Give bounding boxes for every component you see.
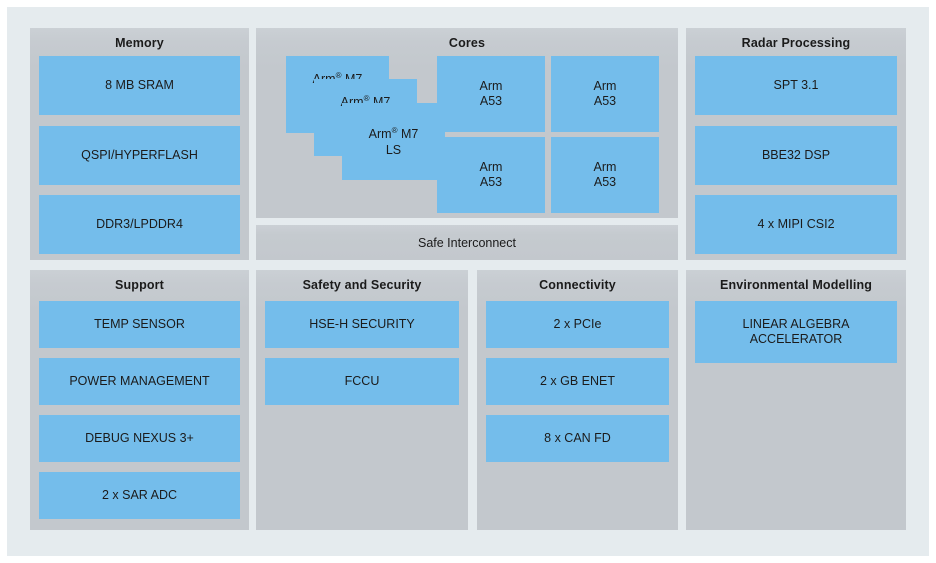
panel-connectivity: Connectivity 2 x PCIe 2 x GB ENET 8 x CA… [477,270,678,530]
panel-title-cores: Cores [448,36,486,50]
block-qspi-hyperflash: QSPI/HYPERFLASH [39,126,240,185]
block-arm-a53-4-label: Arm A53 [593,160,617,189]
block-temp-sensor: TEMP SENSOR [39,301,240,348]
panel-title-support: Support [115,278,164,292]
block-8x-can-fd: 8 x CAN FD [486,415,669,462]
panel-title-memory: Memory [115,36,164,50]
block-power-management: POWER MANAGEMENT [39,358,240,405]
panel-support: Support TEMP SENSOR POWER MANAGEMENT DEB… [30,270,249,530]
block-spt-3-1: SPT 3.1 [695,56,897,115]
block-arm-m7-ls-label: Arm® M7 LS [368,125,419,157]
bar-safe-interconnect: Safe Interconnect [256,225,678,260]
block-fccu: FCCU [265,358,459,405]
block-arm-a53-4: Arm A53 [551,137,659,213]
block-2x-sar-adc: 2 x SAR ADC [39,472,240,519]
block-ddr3-lpddr4: DDR3/LPDDR4 [39,195,240,254]
block-2x-gb-enet: 2 x GB ENET [486,358,669,405]
panel-title-connectivity: Connectivity [539,278,616,292]
block-bbe32-dsp: BBE32 DSP [695,126,897,185]
panel-safety-and-security: Safety and Security HSE-H SECURITY FCCU [256,270,468,530]
block-arm-a53-3-label: Arm A53 [479,160,503,189]
block-4x-mipi-csi2: 4 x MIPI CSI2 [695,195,897,254]
block-arm-a53-2-label: Arm A53 [593,79,617,108]
block-debug-nexus-3-plus: DEBUG NEXUS 3+ [39,415,240,462]
panel-title-radar-processing: Radar Processing [741,36,851,50]
panel-title-safety-and-security: Safety and Security [302,278,422,292]
panel-cores: Cores Arm® M7 Arm® M7 Arm® M7LS ArmA53 A… [256,28,678,218]
block-arm-a53-1: Arm A53 [437,56,545,132]
block-8-mb-sram: 8 MB SRAM [39,56,240,115]
panel-radar-processing: Radar Processing SPT 3.1 BBE32 DSP 4 x M… [686,28,906,260]
block-arm-a53-2: Arm A53 [551,56,659,132]
panel-environmental-modelling: Environmental Modelling LINEAR ALGEBRA AC… [686,270,906,530]
block-linear-algebra-accelerator: LINEAR ALGEBRA ACCELERATOR [695,301,897,363]
panel-memory: Memory 8 MB SRAM QSPI/HYPERFLASH DDR3/LP… [30,28,249,260]
block-arm-m7-ls-card: Arm® M7 LS [342,103,445,180]
block-hse-h-security: HSE-H SECURITY [265,301,459,348]
block-diagram-canvas: Memory 8 MB SRAM QSPI/HYPERFLASH DDR3/LP… [0,0,936,563]
block-2x-pcie: 2 x PCIe [486,301,669,348]
panel-title-environmental-modelling: Environmental Modelling [719,278,873,292]
block-arm-a53-1-label: Arm A53 [479,79,503,108]
block-arm-m7-ls-suffix: LS [385,142,402,157]
block-arm-a53-3: Arm A53 [437,137,545,213]
block-linear-algebra-accelerator-label: LINEAR ALGEBRA ACCELERATOR [742,317,850,346]
